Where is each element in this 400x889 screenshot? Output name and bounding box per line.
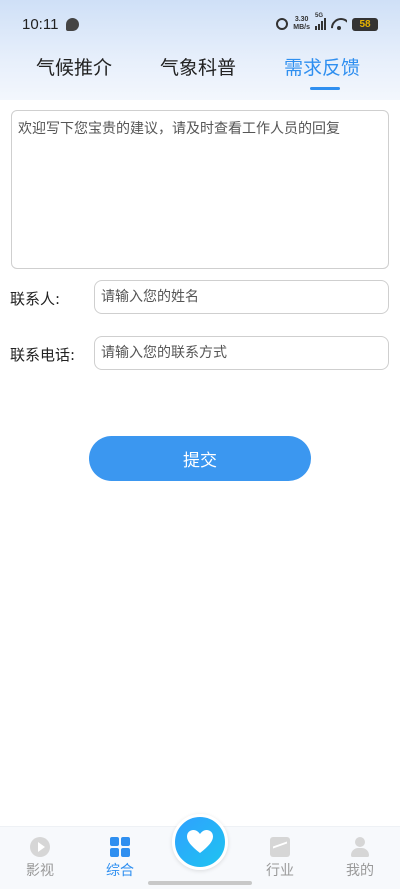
phone-placeholder: 请输入您的联系方式 [101, 345, 227, 361]
phone-input[interactable]: 请输入您的联系方式 [94, 336, 389, 370]
signal-type-label: 5G [315, 13, 324, 19]
top-tabs: 气候推介 气象科普 需求反馈 [0, 50, 400, 94]
nav-label-general: 综合 [106, 863, 134, 879]
home-indicator[interactable] [148, 881, 252, 885]
network-speed: 3.30 MB/s [293, 16, 310, 32]
status-time: 10:11 [22, 15, 59, 33]
nav-label-video: 影视 [26, 863, 54, 879]
heart-icon [187, 830, 213, 853]
status-right: 3.30 MB/s 5G 58 [276, 13, 378, 32]
cellular-signal-icon: 5G [315, 13, 326, 30]
play-circle-icon [30, 837, 50, 857]
submit-button[interactable]: 提交 [89, 436, 311, 481]
contact-label: 联系人: [10, 290, 61, 308]
tab-weather-science[interactable]: 气象科普 [160, 50, 236, 94]
nav-item-mine[interactable]: 我的 [330, 837, 390, 880]
network-speed-value: 3.30 [294, 16, 309, 23]
battery-level: 58 [359, 18, 371, 30]
alarm-icon [276, 18, 289, 30]
phone-label: 联系电话: [10, 346, 76, 364]
tab-climate-recommendation[interactable]: 气候推介 [36, 50, 112, 94]
contact-name-input[interactable]: 请输入您的姓名 [94, 280, 389, 314]
wifi-icon [331, 18, 347, 30]
active-tab-indicator [310, 87, 340, 90]
nav-label-mine: 我的 [346, 863, 374, 879]
person-icon [350, 837, 370, 857]
nav-label-industry: 行业 [266, 863, 294, 879]
chat-notification-icon [66, 17, 80, 31]
grid-icon [110, 837, 130, 857]
feedback-placeholder: 欢迎写下您宝贵的建议，请及时查看工作人员的回复 [18, 121, 340, 137]
status-bar: 10:11 3.30 MB/s 5G 58 [0, 0, 400, 48]
battery-icon: 58 [352, 17, 378, 31]
nav-item-general[interactable]: 综合 [90, 837, 150, 880]
chart-icon [270, 837, 290, 857]
nav-item-industry[interactable]: 行业 [250, 837, 310, 880]
status-left: 10:11 [22, 15, 80, 33]
nav-item-video[interactable]: 影视 [10, 837, 70, 880]
contact-name-placeholder: 请输入您的姓名 [101, 289, 199, 305]
phone-row: 联系电话: 请输入您的联系方式 [0, 336, 400, 370]
center-heart-button[interactable] [172, 814, 228, 870]
feedback-textarea[interactable]: 欢迎写下您宝贵的建议，请及时查看工作人员的回复 [11, 110, 389, 269]
contact-row: 联系人: 请输入您的姓名 [0, 280, 400, 314]
network-speed-unit: MB/s [293, 24, 310, 31]
